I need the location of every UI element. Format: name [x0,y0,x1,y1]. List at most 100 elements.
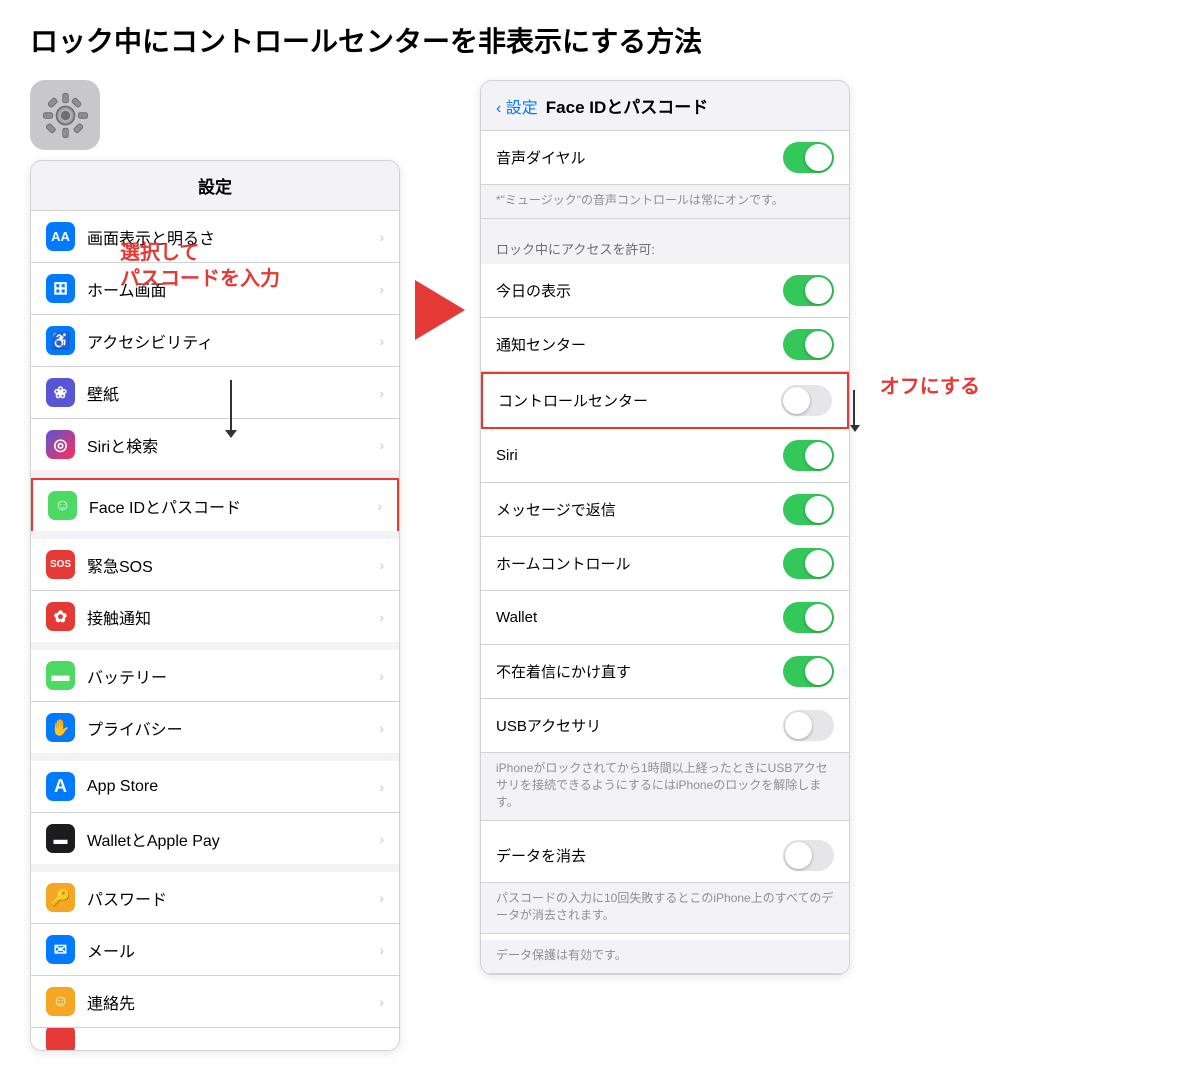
erase-label: データを消去 [496,845,783,866]
siri-icon: ◎ [46,430,75,459]
sos-chevron: › [379,557,384,573]
right-row-control-center: コントロールセンター [481,372,849,429]
appstore-chevron: › [379,779,384,795]
left-panel-header: 設定 [31,161,399,211]
settings-group-appstore: A App Store › ▬ WalletとApple Pay › [31,761,399,872]
right-row-missed-call: 不在着信にかけ直す [481,645,849,699]
voice-dial-label: 音声ダイヤル [496,147,783,168]
contacts-label: 連絡先 [87,990,374,1014]
settings-row-battery[interactable]: ▬ バッテリー › [31,650,399,702]
settings-group-password: 🔑 パスワード › ✉ メール › ☺ 連絡先 › [31,872,399,1050]
left-side: 選択して パスコードを入力 設定 AA 画面表示と明るさ › [30,80,400,1051]
right-row-wallet-right: Wallet [481,591,849,645]
settings-row-contact[interactable]: ✿ 接触通知 › [31,591,399,642]
right-arrow-triangle [415,280,465,340]
privacy-chevron: › [379,720,384,736]
appstore-label: App Store [87,778,374,796]
display-label: 画面表示と明るさ [87,225,374,249]
mail-icon: ✉ [46,935,75,964]
wallet-label: WalletとApple Pay [87,827,374,851]
settings-row-accessibility[interactable]: ♿ アクセシビリティ › [31,315,399,367]
mail-chevron: › [379,942,384,958]
wallet-chevron: › [379,831,384,847]
arrow-between-panels [400,280,480,340]
settings-app-icon [30,80,100,150]
right-row-siri: Siri [481,429,849,483]
erase-note: パスコードの入力に10回失敗するとこのiPhone上のすべてのデータが消去されま… [481,883,849,934]
home-icon: ⊞ [46,274,75,303]
right-phone-panel: ‹ 設定 Face IDとパスコード 音声ダイヤル *"ミュージック"の音声コン… [480,80,850,975]
settings-row-sos[interactable]: SOS 緊急SOS › [31,539,399,591]
battery-icon: ▬ [46,661,75,690]
home-label: ホーム画面 [87,277,374,301]
display-chevron: › [379,229,384,245]
left-phone-panel: 設定 AA 画面表示と明るさ › ⊞ ホーム画面 › ♿ ア [30,160,400,1051]
right-row-home-control: ホームコントロール [481,537,849,591]
settings-row-siri[interactable]: ◎ Siriと検索 › [31,419,399,470]
settings-row-password[interactable]: 🔑 パスワード › [31,872,399,924]
contacts-icon: ☺ [46,987,75,1016]
settings-row-wallpaper[interactable]: ❀ 壁紙 › [31,367,399,419]
accessibility-icon: ♿ [46,326,75,355]
wallpaper-chevron: › [379,385,384,401]
usb-label: USBアクセサリ [496,715,783,736]
faceid-chevron: › [377,498,382,514]
home-control-toggle[interactable] [783,548,834,579]
wallpaper-label: 壁紙 [87,381,374,405]
wallet-right-toggle[interactable] [783,602,834,633]
siri-label: Siriと検索 [87,433,374,457]
messages-toggle[interactable] [783,494,834,525]
notification-toggle[interactable] [783,329,834,360]
right-row-notification: 通知センター [481,318,849,372]
annotation-off: オフにする [880,370,980,399]
wallet-icon: ▬ [46,824,75,853]
right-content: 音声ダイヤル *"ミュージック"の音声コントロールは常にオンです。 ロック中にア… [481,131,849,974]
right-row-usb: USBアクセサリ [481,699,849,753]
erase-toggle[interactable] [783,840,834,871]
settings-row-mail[interactable]: ✉ メール › [31,924,399,976]
right-row-voice-dial: 音声ダイヤル [481,131,849,185]
settings-row-contacts[interactable]: ☺ 連絡先 › [31,976,399,1028]
control-center-label: コントロールセンター [498,390,781,411]
right-row-today: 今日の表示 [481,264,849,318]
settings-group-battery: ▬ バッテリー › ✋ プライバシー › [31,650,399,761]
settings-row-appstore[interactable]: A App Store › [31,761,399,813]
right-row-messages: メッセージで返信 [481,483,849,537]
password-icon: 🔑 [46,883,75,912]
contact-label: 接触通知 [87,605,374,629]
settings-group-1: AA 画面表示と明るさ › ⊞ ホーム画面 › ♿ アクセシビリティ › [31,211,399,478]
contact-icon: ✿ [46,602,75,631]
faceid-label: Face IDとパスコード [89,494,372,518]
contacts-chevron: › [379,994,384,1010]
missed-call-label: 不在着信にかけ直す [496,661,783,682]
settings-row-faceid[interactable]: ☺ Face IDとパスコード › [31,478,399,531]
siri-right-toggle[interactable] [783,440,834,471]
settings-row-wallet[interactable]: ▬ WalletとApple Pay › [31,813,399,864]
home-chevron: › [379,281,384,297]
settings-icon-wrapper [30,80,100,150]
data-protection-note: データ保護は有効です。 [481,940,849,974]
usb-toggle[interactable] [783,710,834,741]
settings-row-more[interactable] [31,1028,399,1050]
settings-row-privacy[interactable]: ✋ プライバシー › [31,702,399,753]
sos-label: 緊急SOS [87,553,374,577]
back-button[interactable]: ‹ 設定 [496,94,538,118]
right-row-erase: データを消去 [481,829,849,883]
appstore-icon: A [46,772,75,801]
privacy-label: プライバシー [87,716,374,740]
main-content: 選択して パスコードを入力 設定 AA 画面表示と明るさ › [30,80,1170,1051]
password-label: パスワード [87,886,374,910]
settings-row-display[interactable]: AA 画面表示と明るさ › [31,211,399,263]
settings-group-faceid: ☺ Face IDとパスコード › [31,478,399,539]
settings-row-home[interactable]: ⊞ ホーム画面 › [31,263,399,315]
today-toggle[interactable] [783,275,834,306]
battery-chevron: › [379,668,384,684]
faceid-icon: ☺ [48,491,77,520]
accessibility-chevron: › [379,333,384,349]
control-center-toggle[interactable] [781,385,832,416]
missed-call-toggle[interactable] [783,656,834,687]
contact-chevron: › [379,609,384,625]
messages-label: メッセージで返信 [496,499,783,520]
right-panel-wrapper: オフにする ‹ 設定 Face IDとパスコード 音声ダイヤル *" [480,80,850,975]
voice-dial-toggle[interactable] [783,142,834,173]
